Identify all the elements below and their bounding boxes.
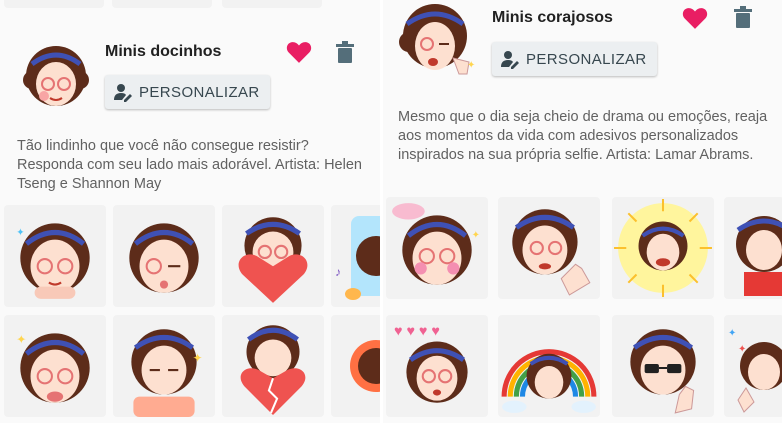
- trash-icon[interactable]: [335, 41, 355, 63]
- sticker-tile[interactable]: ♪: [331, 205, 380, 307]
- pack-description: Mesmo que o dia seja cheio de drama ou e…: [398, 109, 768, 163]
- pack-avatar-sticker: ✦: [399, 4, 475, 75]
- svg-text:✦: ✦: [472, 230, 481, 241]
- svg-text:✦: ✦: [16, 333, 26, 347]
- personalize-button[interactable]: PERSONALIZAR: [105, 75, 270, 109]
- pack-avatar-sticker: [23, 46, 89, 106]
- sticker-tile[interactable]: [498, 315, 600, 417]
- sticker-tile[interactable]: [612, 197, 714, 299]
- sticker-tile[interactable]: ♥ ♥ ♥ ♥: [386, 315, 488, 417]
- sticker-tile[interactable]: ✦ ✦: [724, 315, 782, 417]
- pack-description: Tão lindinho que você não consegue resis…: [17, 138, 362, 192]
- sticker-tile[interactable]: [113, 205, 215, 307]
- trash-icon[interactable]: [733, 6, 753, 28]
- sticker-tile[interactable]: [724, 197, 782, 299]
- sticker-tile-partial[interactable]: [4, 0, 104, 8]
- person-edit-icon: [501, 51, 519, 69]
- sticker-tile[interactable]: [222, 205, 324, 307]
- sticker-tile-partial[interactable]: [222, 0, 322, 8]
- person-edit-icon: [114, 84, 132, 102]
- svg-text:♪: ♪: [335, 265, 341, 279]
- svg-text:♥ ♥ ♥ ♥: ♥ ♥ ♥ ♥: [394, 323, 440, 339]
- sticker-tile[interactable]: ✦: [4, 315, 106, 417]
- sticker-tile[interactable]: ✦: [113, 315, 215, 417]
- heart-icon[interactable]: [682, 6, 708, 30]
- sticker-tile-partial[interactable]: [112, 0, 212, 8]
- left-sticker-pack-panel: Minis docinhos PERSONALIZAR Tão lindinho…: [0, 0, 380, 423]
- sticker-tile[interactable]: [222, 315, 324, 417]
- pack-title: Minis corajosos: [492, 9, 613, 26]
- personalize-button[interactable]: PERSONALIZAR: [492, 42, 657, 76]
- personalize-button-label: PERSONALIZAR: [526, 50, 647, 68]
- heart-icon[interactable]: [286, 40, 312, 64]
- sticker-tile[interactable]: [498, 197, 600, 299]
- svg-text:✦: ✦: [467, 60, 475, 71]
- svg-text:✦: ✦: [193, 351, 203, 365]
- sticker-tile[interactable]: ✦: [4, 205, 106, 307]
- sticker-tile[interactable]: ✦: [386, 197, 488, 299]
- right-sticker-pack-panel: ✦ Minis corajosos PERSONALIZAR Mesmo que…: [383, 0, 782, 423]
- personalize-button-label: PERSONALIZAR: [139, 83, 260, 101]
- sticker-tile[interactable]: [331, 315, 380, 417]
- pack-title: Minis docinhos: [105, 43, 222, 60]
- svg-text:✦: ✦: [16, 228, 25, 239]
- sticker-tile[interactable]: [612, 315, 714, 417]
- svg-text:✦: ✦: [728, 328, 736, 339]
